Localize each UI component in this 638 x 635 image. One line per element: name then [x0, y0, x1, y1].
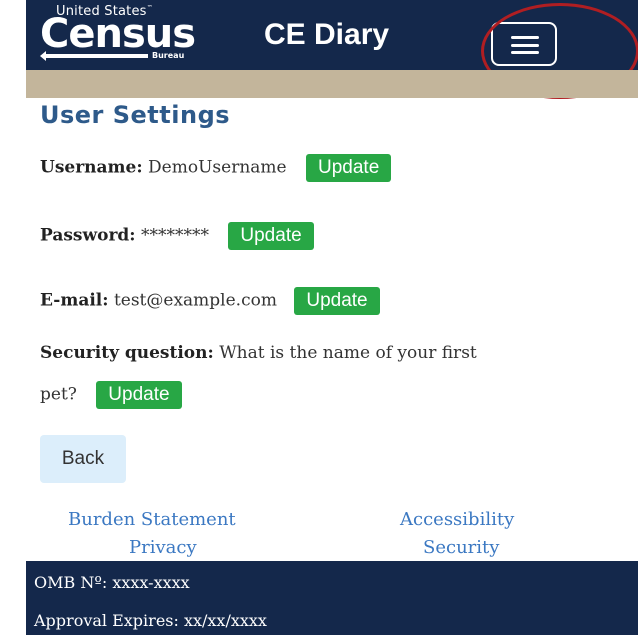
- password-label: Password:: [40, 225, 136, 246]
- logo-arrow: [40, 51, 148, 61]
- accessibility-link[interactable]: Accessibility: [400, 509, 514, 530]
- update-password-button[interactable]: Update: [228, 222, 314, 250]
- security-question-row: Security question: What is the name of y…: [40, 343, 477, 363]
- approval-expires: Approval Expires: xx/xx/xxxx: [34, 611, 267, 630]
- security-question-value-line2: pet?: [40, 384, 77, 405]
- hamburger-menu-icon: [511, 36, 539, 54]
- census-logo[interactable]: United States™ Census Bureau: [40, 4, 196, 66]
- logo-main-text: Census: [40, 11, 196, 57]
- password-value: ********: [140, 225, 209, 246]
- update-security-question-button[interactable]: Update: [96, 381, 182, 409]
- email-label: E-mail:: [40, 290, 109, 311]
- logo-bureau-text: Bureau: [152, 51, 185, 60]
- password-row: Password: ******** Update: [40, 222, 314, 250]
- security-question-value-line1: What is the name of your first: [219, 343, 477, 363]
- username-value: DemoUsername: [148, 157, 287, 178]
- back-button[interactable]: Back: [40, 435, 126, 483]
- header-accent-band: [26, 70, 638, 98]
- username-label: Username:: [40, 157, 143, 178]
- page-title: User Settings: [40, 101, 231, 129]
- menu-button[interactable]: [491, 22, 557, 66]
- security-question-label: Security question:: [40, 343, 214, 363]
- email-value: test@example.com: [113, 290, 277, 311]
- security-question-row-cont: pet? Update: [40, 381, 182, 409]
- burden-statement-link[interactable]: Burden Statement: [68, 509, 236, 530]
- page-footer: OMB Nº: xxxx-xxxx Approval Expires: xx/x…: [26, 561, 638, 635]
- username-row: Username: DemoUsername Update: [40, 154, 392, 182]
- omb-number: OMB Nº: xxxx-xxxx: [34, 573, 190, 592]
- app-title: CE Diary: [264, 18, 390, 51]
- update-email-button[interactable]: Update: [294, 287, 380, 315]
- update-username-button[interactable]: Update: [306, 154, 392, 182]
- email-row: E-mail: test@example.com Update: [40, 287, 380, 315]
- privacy-link[interactable]: Privacy: [129, 537, 197, 558]
- security-link[interactable]: Security: [423, 537, 499, 558]
